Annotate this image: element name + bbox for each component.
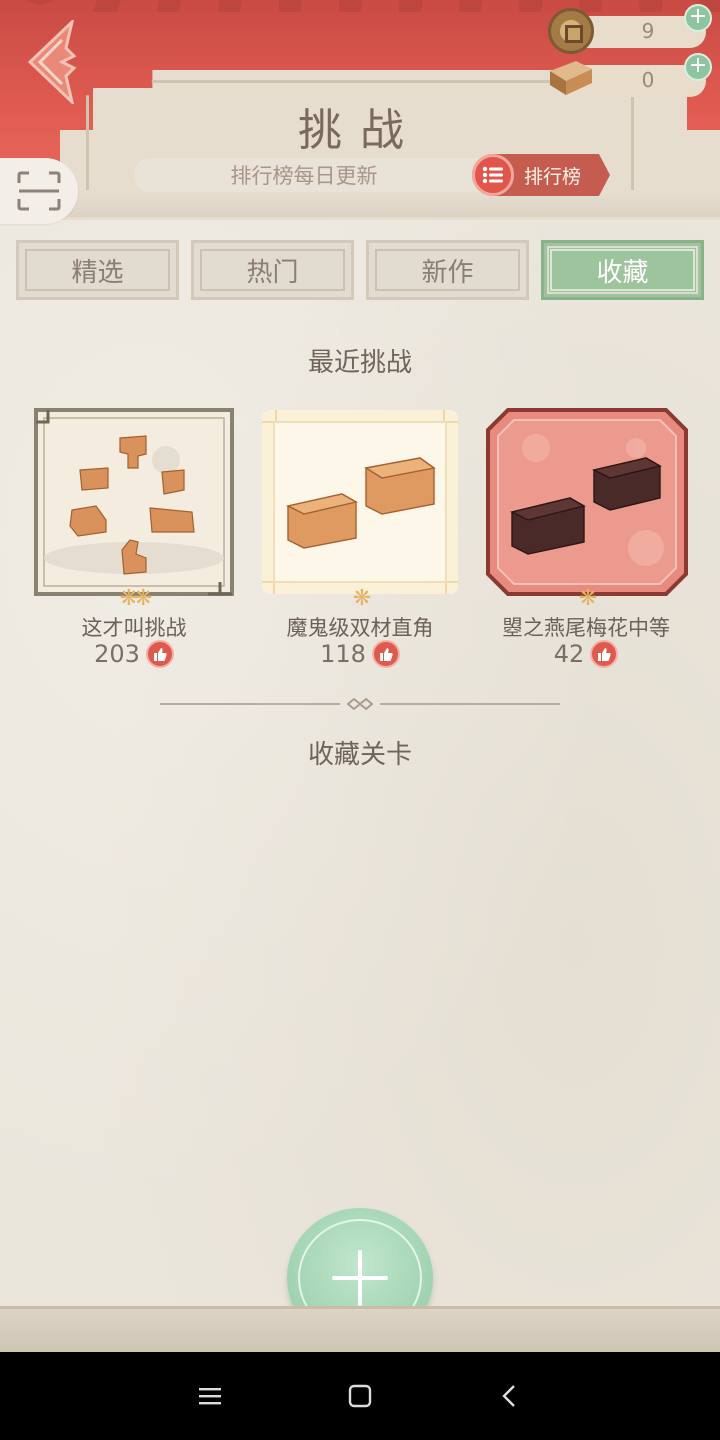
- wood-count: 0: [641, 68, 655, 92]
- add-coins-button[interactable]: +: [684, 4, 712, 32]
- coin-icon: [548, 8, 594, 54]
- puzzle-title: 这才叫挑战: [81, 616, 187, 640]
- thumbs-up-icon: [145, 640, 174, 668]
- chevron-left-icon: [502, 1385, 515, 1407]
- puzzle-thumbnail: [486, 408, 688, 596]
- coin-count: 9: [641, 19, 655, 43]
- puzzle-likes: 42: [476, 640, 696, 668]
- tab-new[interactable]: 新作: [366, 240, 529, 300]
- like-count: 118: [320, 640, 366, 668]
- puzzle-card[interactable]: [260, 408, 460, 596]
- add-wood-button[interactable]: +: [684, 53, 712, 81]
- tab-favorites[interactable]: 收藏: [541, 240, 704, 300]
- back-arrow-icon: [27, 20, 77, 104]
- puzzle-title: 曌之燕尾梅花中等: [502, 616, 670, 640]
- puzzle-thumbnail: [34, 408, 234, 596]
- thumbs-up-icon: [371, 640, 400, 668]
- thumbs-up-icon: [590, 640, 619, 668]
- puzzle-likes: 203: [24, 640, 244, 668]
- leaderboard-note: 排行榜每日更新: [134, 158, 494, 192]
- wood-counter: 0 +: [550, 53, 712, 97]
- scan-icon: [17, 171, 61, 211]
- like-count: 203: [94, 640, 140, 668]
- leaderboard-button[interactable]: 排行榜: [472, 154, 610, 196]
- home-button[interactable]: [340, 1376, 380, 1416]
- difficulty-flowers: ❋: [578, 586, 597, 611]
- puzzle-card[interactable]: [34, 408, 234, 596]
- recent-section-title: 最近挑战: [307, 348, 412, 378]
- system-nav-bar: [0, 1352, 720, 1440]
- difficulty-flowers: ❋❋: [119, 586, 153, 611]
- recent-apps-button[interactable]: [190, 1376, 230, 1416]
- difficulty-flowers: ❋: [352, 586, 371, 611]
- back-button[interactable]: [22, 20, 78, 104]
- tab-featured[interactable]: 精选: [16, 240, 179, 300]
- puzzle-card[interactable]: [486, 408, 688, 596]
- leaderboard-button-label: 排行榜: [524, 165, 582, 188]
- category-tabs: 精选 热门 新作 收藏: [16, 240, 706, 300]
- wood-block-icon: [550, 61, 592, 95]
- like-count: 42: [553, 640, 585, 668]
- home-square-icon: [348, 1384, 372, 1408]
- menu-icon: [199, 1388, 221, 1405]
- system-back-button[interactable]: [490, 1376, 530, 1416]
- puzzle-likes: 118: [250, 640, 470, 668]
- scan-button[interactable]: [0, 158, 78, 224]
- tab-popular[interactable]: 热门: [191, 240, 354, 300]
- list-icon: [472, 154, 514, 196]
- bottom-floor: [0, 1306, 720, 1352]
- header-floor: [0, 195, 720, 217]
- puzzle-title: 魔鬼级双材直角: [286, 616, 434, 640]
- favorites-section-title: 收藏关卡: [307, 740, 412, 770]
- coin-counter: 9 +: [548, 4, 712, 54]
- section-divider: [160, 697, 560, 711]
- page-title: 挑战: [298, 105, 422, 156]
- puzzle-thumbnail: [262, 410, 458, 594]
